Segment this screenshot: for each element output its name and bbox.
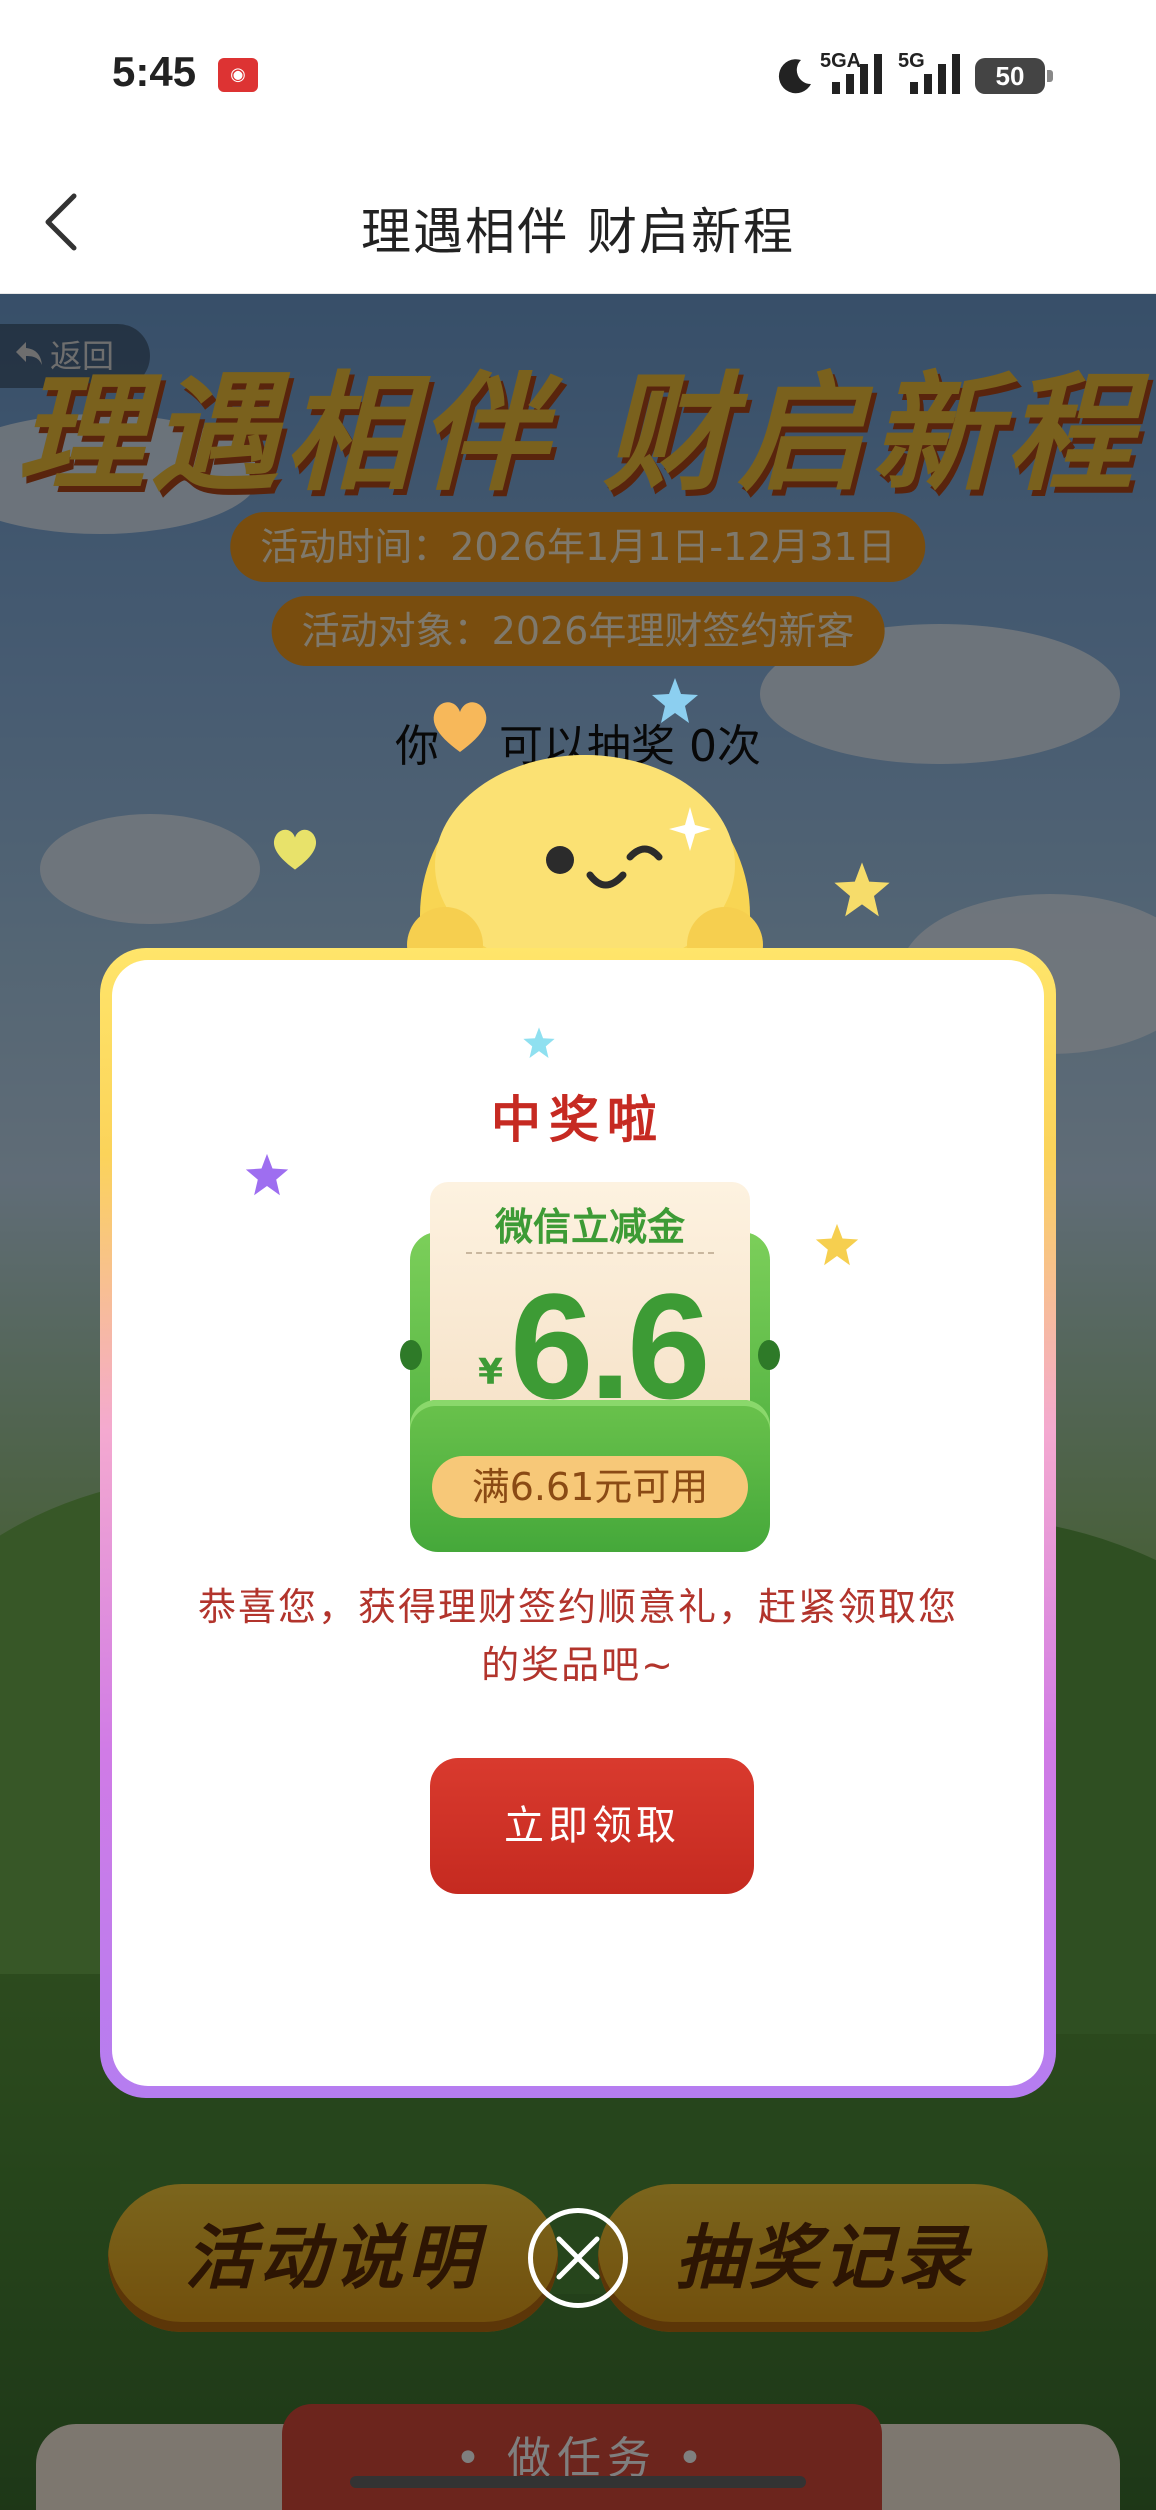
battery-icon: 50 xyxy=(975,58,1053,94)
lottery-page: 5:45 ◉ 5GA 5G 50 理遇相伴 财启新程 中奖啦 微信立减金 ¥ 6… xyxy=(0,0,1156,2510)
prize-modal-body: 中奖啦 微信立减金 ¥ 6.6 满6.61元可用 恭喜您，获得理财签约顺意礼，赶… xyxy=(112,960,1044,2086)
moon-icon xyxy=(778,59,811,94)
heart-icon xyxy=(273,829,317,870)
modal-title: 中奖啦 xyxy=(491,1091,665,1149)
star-icon xyxy=(523,1027,555,1058)
coupon-currency: ¥ xyxy=(478,1352,504,1393)
navigation-bar: 理遇相伴 财启新程 xyxy=(0,150,1156,294)
close-button[interactable] xyxy=(528,2208,628,2308)
close-icon xyxy=(556,2236,600,2280)
claim-now-button[interactable]: 立即领取 xyxy=(430,1758,754,1894)
coupon-card: 微信立减金 ¥ 6.6 满6.61元可用 xyxy=(400,1182,780,1552)
status-time: 5:45 xyxy=(112,48,197,95)
prize-message: 恭喜您，获得理财签约顺意礼，赶紧领取您的奖品吧~ xyxy=(197,1585,958,1687)
star-icon xyxy=(834,862,890,917)
prize-modal: 中奖啦 微信立减金 ¥ 6.6 满6.61元可用 恭喜您，获得理财签约顺意礼，赶… xyxy=(100,948,1056,2098)
coupon-label: 微信立减金 xyxy=(494,1205,685,1249)
star-icon xyxy=(815,1223,859,1266)
app-notification-icon: ◉ xyxy=(218,58,258,92)
home-indicator[interactable] xyxy=(350,2476,806,2488)
signal-icon xyxy=(832,54,882,94)
star-icon xyxy=(652,678,698,723)
coupon-condition: 满6.61元可用 xyxy=(432,1456,748,1518)
status-bar: 5:45 ◉ 5GA 5G 50 xyxy=(0,0,1156,150)
star-icon xyxy=(245,1153,289,1196)
signal-icon xyxy=(910,54,960,94)
page-title: 理遇相伴 财启新程 xyxy=(361,203,795,261)
